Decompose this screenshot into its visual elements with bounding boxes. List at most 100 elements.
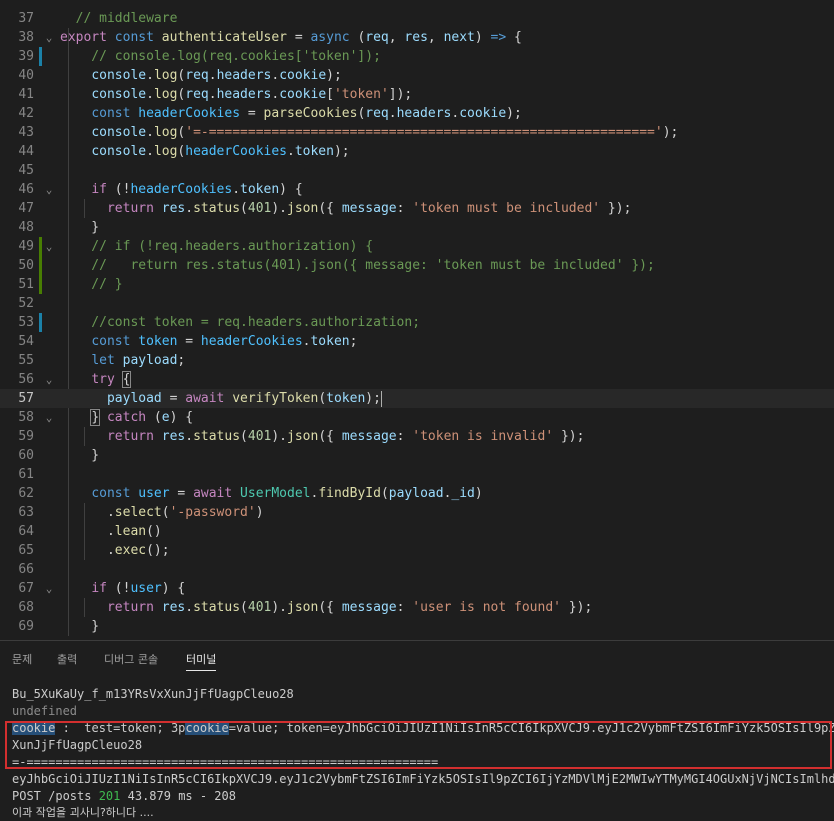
code-text: }: [60, 617, 99, 636]
tab-output[interactable]: 출력: [57, 651, 77, 667]
code-line[interactable]: 52: [0, 294, 834, 313]
code-line[interactable]: 44 console.log(headerCookies.token);: [0, 142, 834, 161]
code-line[interactable]: 69 }: [0, 617, 834, 636]
fold-chevron-icon[interactable]: ⌄: [43, 28, 55, 47]
code-line[interactable]: 66: [0, 560, 834, 579]
code-token: ({: [318, 600, 342, 615]
code-token: token: [326, 391, 366, 406]
code-line[interactable]: 56 ⌄ try {: [0, 370, 834, 389]
code-line[interactable]: 64 .lean(): [0, 522, 834, 541]
fold-chevron-icon[interactable]: ⌄: [43, 237, 55, 256]
code-token: headers: [216, 87, 272, 102]
line-number: 44: [18, 144, 34, 159]
code-line[interactable]: 55 let payload;: [0, 351, 834, 370]
code-token: );: [662, 125, 679, 140]
code-token: =>: [490, 30, 507, 45]
terminal-line: eyJhbGciOiJIUzI1NiIsInR5cCI6IkpXVCJ9.eyJ…: [12, 772, 834, 786]
code-line[interactable]: 47 return res.status(401).json({ message…: [0, 199, 834, 218]
code-line[interactable]: 68 return res.status(401).json({ message…: [0, 598, 834, 617]
line-number: 37: [18, 11, 34, 26]
code-line[interactable]: 53 //const token = req.headers.authoriza…: [0, 313, 834, 332]
code-token: 'token must be included': [412, 201, 601, 216]
terminal-line: POST /posts 201 43.879 ms - 208: [12, 788, 834, 805]
code-token: message: [341, 429, 397, 444]
code-token: cookie: [279, 87, 327, 102]
code-line[interactable]: 51 // }: [0, 275, 834, 294]
code-line[interactable]: 49 ⌄ // if (!req.headers.authorization) {: [0, 237, 834, 256]
code-line[interactable]: 40 console.log(req.headers.cookie);: [0, 66, 834, 85]
line-number: 67: [18, 581, 34, 596]
code-line[interactable]: 54 const token = headerCookies.token;: [0, 332, 834, 351]
line-number: 68: [18, 600, 34, 615]
terminal-text: 43.879 ms - 208: [120, 789, 236, 803]
fold-chevron-icon[interactable]: ⌄: [43, 370, 55, 389]
code-line[interactable]: 48 }: [0, 218, 834, 237]
line-number: 54: [18, 334, 34, 349]
code-line[interactable]: 41 console.log(req.headers.cookie['token…: [0, 85, 834, 104]
code-token: token: [310, 334, 350, 349]
code-line[interactable]: 39 // console.log(req.cookies['token']);: [0, 47, 834, 66]
code-line[interactable]: 60 }: [0, 446, 834, 465]
fold-chevron-icon[interactable]: ⌄: [43, 180, 55, 199]
code-token: res: [161, 201, 186, 216]
code-line[interactable]: 59 return res.status(401).json({ message…: [0, 427, 834, 446]
line-number: 64: [18, 524, 34, 539]
code-token: console: [91, 125, 147, 140]
code-token: ,: [427, 30, 444, 45]
code-line[interactable]: 46 ⌄ if (!headerCookies.token) {: [0, 180, 834, 199]
code-token: .: [146, 68, 154, 83]
code-token: ) {: [169, 410, 194, 425]
line-number: 63: [18, 505, 34, 520]
code-token: :: [396, 429, 413, 444]
code-line[interactable]: 57 payload = await verifyToken(token);: [0, 389, 834, 408]
code-text: const token = headerCookies.token;: [60, 332, 357, 351]
code-line[interactable]: 58 ⌄ } catch (e) {: [0, 408, 834, 427]
tab-debug-console[interactable]: 디버그 콘솔: [104, 651, 158, 667]
code-token: (!: [106, 581, 131, 596]
code-line[interactable]: 62 const user = await UserModel.findById…: [0, 484, 834, 503]
code-line[interactable]: 67 ⌄ if (!user) {: [0, 579, 834, 598]
code-token: (: [240, 600, 248, 615]
code-token: (: [161, 505, 170, 520]
code-token: select: [114, 505, 162, 520]
code-line[interactable]: 42 const headerCookies = parseCookies(re…: [0, 104, 834, 123]
code-line[interactable]: 38 ⌄ export const authenticateUser = async…: [0, 28, 834, 47]
code-text: }: [60, 446, 99, 465]
fold-chevron-icon[interactable]: ⌄: [43, 408, 55, 427]
code-token: '-password': [169, 505, 256, 520]
code-token: json: [287, 600, 319, 615]
code-token: json: [287, 429, 319, 444]
code-line[interactable]: 61: [0, 465, 834, 484]
code-token: const: [114, 30, 154, 45]
code-token: payload: [122, 353, 178, 368]
code-text: //const token = req.headers.authorizatio…: [60, 313, 420, 332]
code-token: .: [60, 524, 115, 539]
code-text: export const authenticateUser = async (r…: [60, 28, 522, 47]
tab-terminal[interactable]: 터미널: [186, 651, 217, 671]
code-token: await: [193, 486, 233, 501]
code-editor[interactable]: 37 // middleware 38 ⌄ export const authenti…: [0, 0, 834, 640]
code-line[interactable]: 65 .exec();: [0, 541, 834, 560]
line-number: 47: [18, 201, 34, 216]
code-token: headerCookies: [200, 334, 303, 349]
fold-chevron-icon[interactable]: ⌄: [43, 579, 55, 598]
code-token: log: [153, 144, 178, 159]
code-line[interactable]: 37 // middleware: [0, 9, 834, 28]
line-number: 55: [18, 353, 34, 368]
code-line[interactable]: 45: [0, 161, 834, 180]
code-token: (: [240, 201, 248, 216]
code-line[interactable]: 50 // return res.status(401).json({ mess…: [0, 256, 834, 275]
tab-problems[interactable]: 문제: [12, 651, 32, 667]
code-token: lean: [114, 524, 147, 539]
panel-tabs: 문제 출력 디버그 콘솔 터미널: [0, 641, 834, 677]
code-line[interactable]: 63 .select('-password'): [0, 503, 834, 522]
line-number: 46: [18, 182, 34, 197]
code-line[interactable]: 43 console.log('=-======================…: [0, 123, 834, 142]
code-text: // if (!req.headers.authorization) {: [60, 237, 373, 256]
code-token: ).: [271, 429, 288, 444]
